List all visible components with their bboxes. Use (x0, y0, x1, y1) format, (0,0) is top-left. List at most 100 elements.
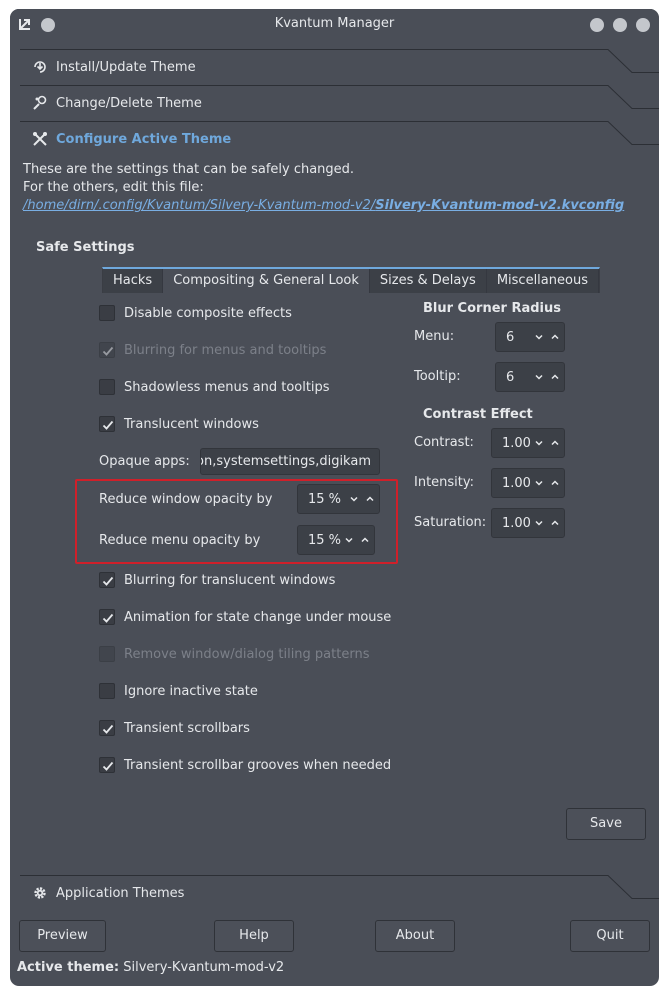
contrast-label: Contrast: (414, 435, 474, 450)
minimize-button[interactable] (590, 18, 604, 32)
translucent-windows-checkbox[interactable]: Translucent windows (99, 414, 259, 434)
config-path-file: Silvery-Kvantum-mod-v2.kvconfig (375, 198, 625, 213)
disable-composite-checkbox[interactable]: Disable composite effects (99, 303, 292, 323)
info-line-1: These are the settings that can be safel… (23, 162, 355, 177)
section-change-delete[interactable]: Change/Delete Theme (20, 85, 659, 121)
chevron-down-icon[interactable] (534, 478, 544, 488)
check-icon (102, 576, 114, 586)
checkbox-label: Ignore inactive state (124, 683, 258, 699)
spin-value: 1.00 (502, 476, 531, 491)
check-icon (102, 761, 114, 771)
opaque-apps-input[interactable]: on,systemsettings,digikam (200, 448, 380, 475)
spin-value: 1.00 (502, 436, 531, 451)
check-icon (102, 420, 114, 430)
intensity-label: Intensity: (414, 475, 475, 490)
reduce-window-opacity-label: Reduce window opacity by (99, 492, 273, 507)
title-bar[interactable]: Kvantum Manager (10, 9, 659, 41)
checkbox-label: Remove window/dialog tiling patterns (124, 646, 370, 662)
kvantum-manager-window: Kvantum Manager Install/Update Theme Cha… (10, 9, 659, 986)
checkbox-unchecked[interactable] (99, 683, 115, 699)
checkbox-checked[interactable] (99, 757, 115, 773)
blurring-menus-checkbox: Blurring for menus and tooltips (99, 340, 326, 360)
checkbox-label: Blurring for menus and tooltips (124, 342, 327, 358)
tab-sizes-delays[interactable]: Sizes & Delays (369, 269, 487, 293)
chevron-up-icon[interactable] (360, 535, 370, 545)
preview-button[interactable]: Preview (19, 920, 106, 952)
contrast-effect-title: Contrast Effect (423, 407, 533, 422)
section-configure-active[interactable]: Configure Active Theme (20, 121, 659, 157)
checkbox-label: Transient scrollbar grooves when needed (124, 757, 392, 773)
transient-grooves-checkbox[interactable]: Transient scrollbar grooves when needed (99, 755, 391, 775)
checkbox-label: Shadowless menus and tooltips (124, 379, 330, 395)
saturation-label: Saturation: (414, 515, 487, 530)
active-theme-value: Silvery-Kvantum-mod-v2 (123, 960, 285, 975)
chevron-down-icon[interactable] (534, 438, 544, 448)
config-file-link[interactable]: /home/dirn/.config/Kvantum/Silvery-Kvant… (23, 197, 624, 215)
help-button[interactable]: Help (214, 920, 294, 952)
checkbox-checked[interactable] (99, 609, 115, 625)
tab-hacks[interactable]: Hacks (103, 269, 164, 293)
checkbox-label: Animation for state change under mouse (124, 609, 392, 625)
info-text: These are the settings that can be safel… (23, 161, 624, 215)
checkbox-label: Translucent windows (124, 416, 259, 432)
ignore-inactive-checkbox[interactable]: Ignore inactive state (99, 681, 258, 701)
reduce-menu-opacity-spinbox[interactable]: 15 % (297, 525, 375, 555)
reduce-window-opacity-spinbox[interactable]: 15 % (297, 484, 380, 514)
palette-icon (33, 95, 47, 110)
spin-value: 15 % (308, 533, 342, 548)
maximize-button[interactable] (613, 18, 627, 32)
checkbox-checked (99, 342, 115, 358)
chevron-down-icon[interactable] (534, 332, 544, 342)
spin-value: 15 % (308, 492, 342, 507)
chevron-up-icon[interactable] (550, 372, 560, 382)
checkbox-unchecked[interactable] (99, 305, 115, 321)
chevron-down-icon[interactable] (534, 372, 544, 382)
spin-value: 6 (506, 330, 515, 345)
section-label: Configure Active Theme (56, 132, 232, 147)
info-line-2: For the others, edit this file: (23, 180, 204, 195)
chevron-up-icon[interactable] (550, 518, 560, 528)
blurring-translucent-checkbox[interactable]: Blurring for translucent windows (99, 570, 335, 590)
blur-tooltip-label: Tooltip: (414, 369, 461, 384)
intensity-spinbox[interactable]: 1.00 (491, 468, 565, 498)
blur-menu-spinbox[interactable]: 6 (495, 322, 565, 352)
tab-compositing[interactable]: Compositing & General Look (163, 269, 370, 293)
shadowless-checkbox[interactable]: Shadowless menus and tooltips (99, 377, 330, 397)
chevron-up-icon[interactable] (550, 438, 560, 448)
checkbox-checked[interactable] (99, 572, 115, 588)
section-install-update[interactable]: Install/Update Theme (20, 49, 659, 85)
chevron-up-icon[interactable] (365, 494, 375, 504)
window-title: Kvantum Manager (274, 16, 395, 31)
section-application-themes[interactable]: Application Themes (20, 875, 659, 911)
checkbox-unchecked[interactable] (99, 379, 115, 395)
chevron-up-icon[interactable] (550, 332, 560, 342)
saturation-spinbox[interactable]: 1.00 (491, 508, 565, 538)
blur-corner-title: Blur Corner Radius (423, 301, 561, 316)
status-bar: Active theme: Silvery-Kvantum-mod-v2 (17, 960, 284, 975)
blur-menu-label: Menu: (414, 329, 455, 344)
safe-settings-title: Safe Settings (36, 240, 135, 255)
animation-checkbox[interactable]: Animation for state change under mouse (99, 607, 391, 627)
chevron-up-icon[interactable] (550, 478, 560, 488)
chevron-down-icon[interactable] (349, 494, 359, 504)
gear-icon (34, 887, 46, 899)
quit-button[interactable]: Quit (570, 920, 650, 952)
checkbox-checked[interactable] (99, 416, 115, 432)
contrast-spinbox[interactable]: 1.00 (491, 428, 565, 458)
section-label: Application Themes (56, 886, 185, 901)
check-icon (102, 346, 114, 356)
checkbox-label: Disable composite effects (124, 305, 292, 321)
checkbox-checked[interactable] (99, 720, 115, 736)
active-theme-label: Active theme: (17, 960, 120, 975)
transient-scrollbars-checkbox[interactable]: Transient scrollbars (99, 718, 250, 738)
chevron-down-icon[interactable] (344, 535, 354, 545)
tab-miscellaneous[interactable]: Miscellaneous (486, 269, 599, 293)
chevron-down-icon[interactable] (534, 518, 544, 528)
about-button[interactable]: About (375, 920, 455, 952)
save-button[interactable]: Save (566, 808, 646, 840)
section-label: Install/Update Theme (56, 60, 196, 75)
close-button[interactable] (636, 18, 650, 32)
blur-tooltip-spinbox[interactable]: 6 (495, 362, 565, 392)
checkbox-unchecked (99, 646, 115, 662)
spin-value: 6 (506, 370, 515, 385)
